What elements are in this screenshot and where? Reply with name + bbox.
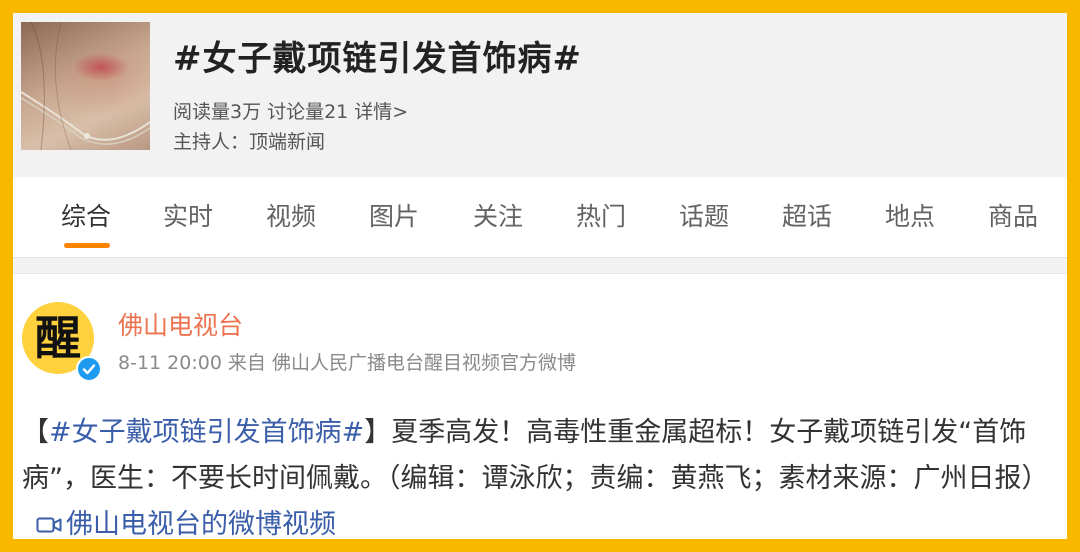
post-content: 【#女子戴项链引发首饰病#】夏季高发！高毒性重金属超标！女子戴项链引发“首饰病”… bbox=[22, 410, 1062, 539]
avatar[interactable]: 醒 bbox=[22, 302, 102, 382]
tab-comprehensive[interactable]: 综合 bbox=[61, 197, 111, 233]
details-link[interactable]: 详情> bbox=[354, 101, 408, 123]
topic-stats: 阅读量3万 讨论量21 详情> bbox=[173, 97, 414, 124]
bracket-close: 】 bbox=[364, 417, 392, 448]
tab-products[interactable]: 商品 bbox=[988, 197, 1038, 233]
video-link[interactable]: 佛山电视台的微博视频 bbox=[22, 509, 336, 539]
tab-topics[interactable]: 话题 bbox=[679, 197, 729, 233]
video-camera-icon bbox=[36, 517, 62, 533]
post-meta: 8-11 20:00 来自 佛山人民广播电台醒目视频官方微博 bbox=[118, 348, 582, 375]
tab-hot[interactable]: 热门 bbox=[576, 197, 626, 233]
topic-title: #女子戴项链引发首饰病# bbox=[173, 39, 582, 79]
post-source: 来自 佛山人民广播电台醒目视频官方微博 bbox=[227, 352, 576, 374]
tab-bar: 综合 实时 视频 图片 关注 热门 话题 超话 地点 商品 bbox=[13, 177, 1067, 258]
topic-thumbnail[interactable] bbox=[21, 22, 150, 150]
video-link-label: 佛山电视台的微博视频 bbox=[66, 509, 336, 539]
post-time[interactable]: 8-11 20:00 bbox=[118, 352, 222, 374]
discuss-count: 讨论量21 bbox=[267, 101, 349, 123]
topic-hashtag-link[interactable]: #女子戴项链引发首饰病# bbox=[49, 417, 364, 448]
bracket-open: 【 bbox=[22, 417, 49, 448]
tab-video[interactable]: 视频 bbox=[266, 197, 316, 233]
read-count: 阅读量3万 bbox=[173, 101, 262, 123]
tab-realtime[interactable]: 实时 bbox=[163, 197, 213, 233]
tab-places[interactable]: 地点 bbox=[885, 197, 935, 233]
tab-images[interactable]: 图片 bbox=[369, 197, 419, 233]
author-name[interactable]: 佛山电视台 bbox=[118, 306, 243, 342]
necklace-image bbox=[21, 22, 150, 150]
verified-badge-icon bbox=[76, 356, 102, 382]
topic-header: #女子戴项链引发首饰病# 阅读量3万 讨论量21 详情> 主持人：顶端新闻 bbox=[13, 13, 1067, 177]
weibo-post: 醒 佛山电视台 8-11 20:00 来自 佛山人民广播电台醒目视频官方微博 【#… bbox=[13, 273, 1067, 539]
topic-host: 主持人：顶端新闻 bbox=[173, 131, 326, 153]
tab-supertopic[interactable]: 超话 bbox=[782, 197, 832, 233]
active-tab-indicator bbox=[64, 243, 110, 248]
weibo-topic-card: #女子戴项链引发首饰病# 阅读量3万 讨论量21 详情> 主持人：顶端新闻 综合 实… bbox=[13, 13, 1067, 539]
tab-following[interactable]: 关注 bbox=[473, 197, 523, 233]
